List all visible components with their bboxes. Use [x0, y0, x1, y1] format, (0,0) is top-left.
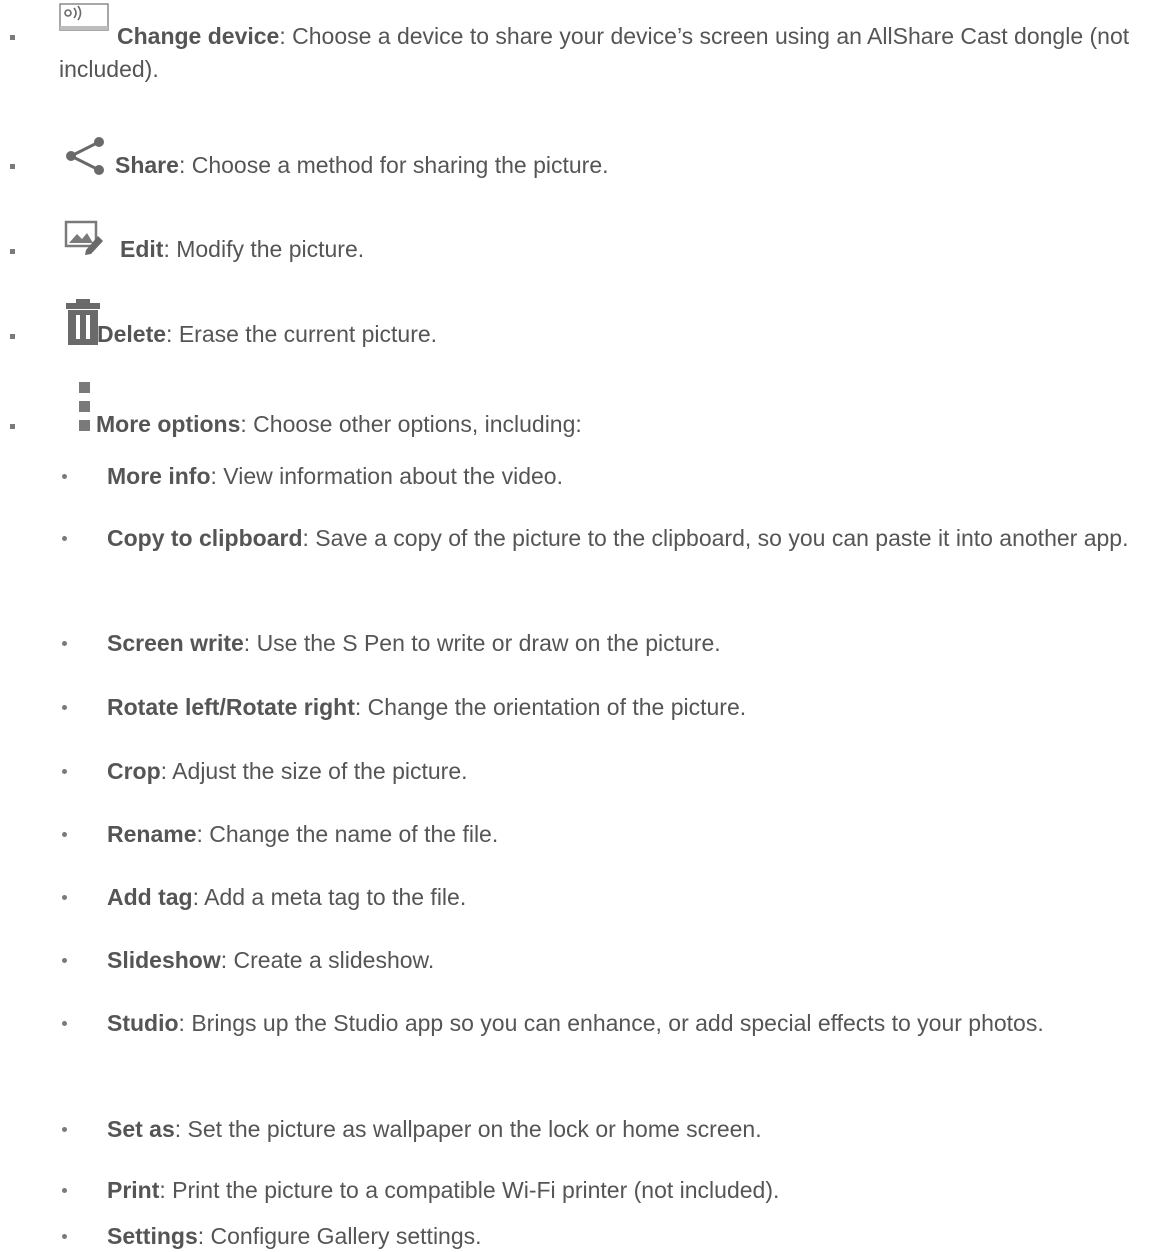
item-description: : Brings up the Studio app so you can en… — [178, 1010, 1044, 1036]
item-label: Rotate left/Rotate right — [107, 694, 355, 720]
sublist-item-text: Studio: Brings up the Studio app so you … — [107, 1007, 1147, 1039]
sublist-item-text: Settings: Configure Gallery settings. — [107, 1220, 1147, 1252]
sublist-item-text: Copy to clipboard: Save a copy of the pi… — [107, 522, 1147, 554]
item-description: : Erase the current picture. — [166, 321, 438, 347]
sublist-item-text: Crop: Adjust the size of the picture. — [107, 755, 1147, 787]
list-item-text: Share: Choose a method for sharing the p… — [59, 149, 1139, 182]
item-description: : Choose other options, including: — [240, 411, 582, 437]
item-label: Studio — [107, 1010, 179, 1036]
bullet-dot — [62, 641, 67, 646]
square-bullet — [10, 164, 15, 169]
item-description: : Modify the picture. — [163, 236, 365, 262]
item-label: Rename — [107, 821, 197, 847]
sublist-item-text: Rotate left/Rotate right: Change the ori… — [107, 691, 1147, 723]
sublist-item-text: Rename: Change the name of the file. — [107, 818, 1147, 850]
item-description: : Configure Gallery settings. — [197, 1223, 482, 1249]
item-description: : Create a slideshow. — [220, 947, 435, 973]
item-label: Delete — [97, 321, 167, 347]
item-label: Set as — [107, 1116, 175, 1142]
sublist-item-text: Set as: Set the picture as wallpaper on … — [107, 1113, 1147, 1145]
bullet-dot — [62, 958, 67, 963]
bullet-dot — [62, 1127, 67, 1132]
bullet-dot — [62, 1188, 67, 1193]
item-label: Change device — [117, 23, 280, 49]
bullet-dot — [62, 832, 67, 837]
item-label: Copy to clipboard — [107, 525, 303, 551]
bullet-dot — [62, 474, 67, 479]
item-description: : Use the S Pen to write or draw on the … — [243, 630, 721, 656]
bullet-dot — [62, 536, 67, 541]
item-label: Crop — [107, 758, 161, 784]
sublist-item-text: Add tag: Add a meta tag to the file. — [107, 881, 1147, 913]
item-description: : Choose a method for sharing the pictur… — [178, 152, 609, 178]
bullet-dot — [62, 769, 67, 774]
bullet-dot — [62, 895, 67, 900]
item-label: Settings — [107, 1223, 198, 1249]
item-label: Edit — [120, 236, 164, 262]
sublist-item-text: Print: Print the picture to a compatible… — [107, 1174, 1147, 1206]
item-label: More info — [107, 463, 211, 489]
item-label: More options — [96, 411, 241, 437]
sublist-item-text: Slideshow: Create a slideshow. — [107, 944, 1147, 976]
list-item-text: Delete: Erase the current picture. — [59, 318, 1139, 351]
list-item-text: Change device: Choose a device to share … — [59, 20, 1139, 86]
item-label: Share — [115, 152, 179, 178]
item-label: Screen write — [107, 630, 244, 656]
item-description: : Save a copy of the picture to the clip… — [302, 525, 1129, 551]
item-description: : Print the picture to a compatible Wi-F… — [159, 1177, 780, 1203]
bullet-dot — [62, 1234, 67, 1239]
sublist-item-text: Screen write: Use the S Pen to write or … — [107, 627, 1147, 659]
item-description: : Change the orientation of the picture. — [354, 694, 747, 720]
list-item-text: More options: Choose other options, incl… — [59, 408, 1139, 441]
square-bullet — [10, 249, 15, 254]
item-label: Print — [107, 1177, 160, 1203]
item-description: : View information about the video. — [210, 463, 563, 489]
item-description: : Adjust the size of the picture. — [160, 758, 468, 784]
square-bullet — [10, 35, 15, 40]
item-description: : Change the name of the file. — [196, 821, 499, 847]
bullet-dot — [62, 705, 67, 710]
item-label: Add tag — [107, 884, 193, 910]
item-description: : Set the picture as wallpaper on the lo… — [174, 1116, 762, 1142]
square-bullet — [10, 334, 15, 339]
bullet-dot — [62, 1021, 67, 1026]
list-item-text: Edit: Modify the picture. — [59, 233, 1139, 266]
square-bullet — [10, 424, 15, 429]
sublist-item-text: More info: View information about the vi… — [107, 460, 1147, 492]
item-label: Slideshow — [107, 947, 221, 973]
item-description: : Add a meta tag to the file. — [192, 884, 467, 910]
